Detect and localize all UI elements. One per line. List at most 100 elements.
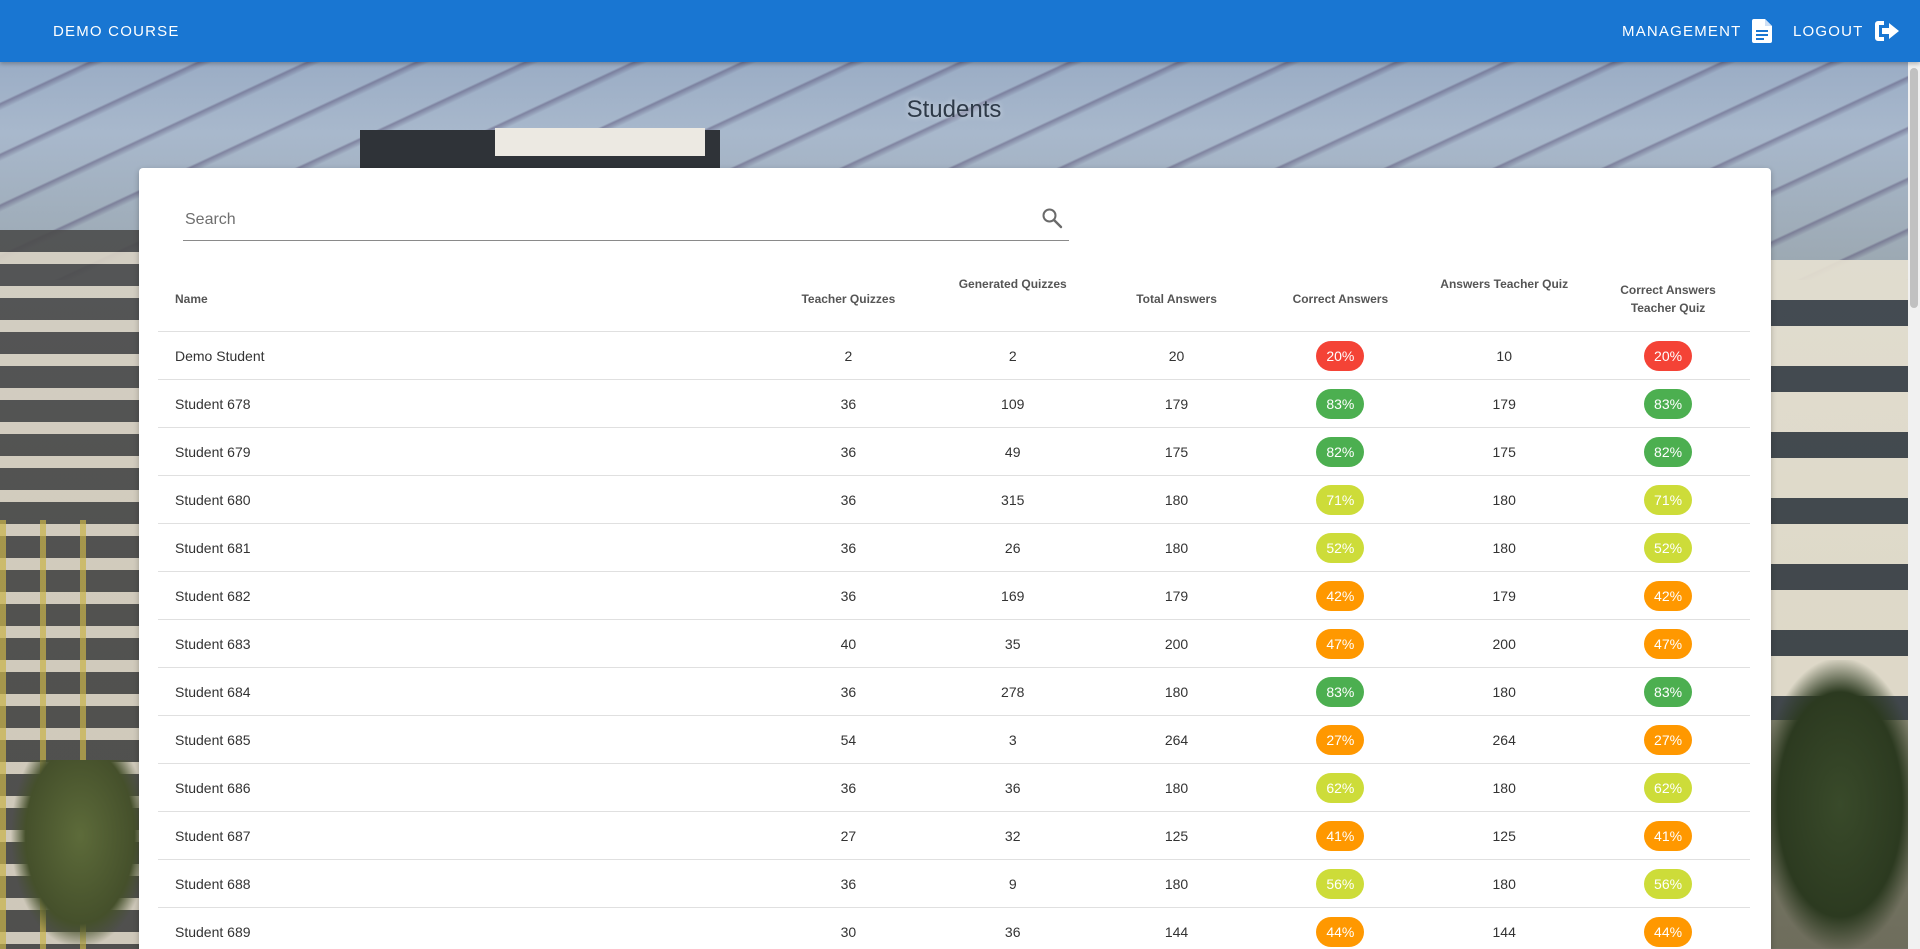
cell-correct-answers-teacher-quiz: 27%: [1586, 715, 1750, 764]
cell-correct-answers: 83%: [1258, 379, 1423, 428]
column-header-teacher-quizzes[interactable]: Teacher Quizzes: [765, 266, 931, 332]
percentage-badge: 71%: [1316, 484, 1365, 515]
cell-answers-teacher-quiz: 179: [1422, 379, 1587, 428]
cell-teacher-quizzes: 36: [765, 427, 931, 476]
percentage-badge: 44%: [1644, 916, 1693, 947]
cell-correct-answers-teacher-quiz: 47%: [1586, 619, 1750, 668]
cell-generated-quizzes: 49: [930, 427, 1095, 476]
cell-answers-teacher-quiz: 180: [1422, 523, 1587, 572]
cell-total-answers: 20: [1094, 331, 1259, 380]
table-row[interactable]: Student 679 36 49 175 82% 175 82%: [158, 427, 1750, 476]
cell-total-answers: 179: [1094, 571, 1259, 620]
cell-total-answers: 180: [1094, 859, 1259, 908]
table-row[interactable]: Student 685 54 3 264 27% 264 27%: [158, 715, 1750, 764]
logout-label: LOGOUT: [1793, 22, 1864, 40]
percentage-badge: 42%: [1644, 580, 1693, 611]
cell-total-answers: 125: [1094, 811, 1259, 860]
table-row[interactable]: Student 689 30 36 144 44% 144 44%: [158, 907, 1750, 949]
percentage-badge: 62%: [1316, 772, 1365, 803]
cell-name: Student 684: [158, 667, 766, 716]
scrollbar-thumb[interactable]: [1910, 68, 1918, 308]
cell-generated-quizzes: 9: [930, 859, 1095, 908]
cell-correct-answers: 41%: [1258, 811, 1423, 860]
column-header-correct-answers[interactable]: Correct Answers: [1258, 266, 1423, 332]
cell-teacher-quizzes: 36: [765, 571, 931, 620]
column-header-answers-teacher-quiz[interactable]: Answers Teacher Quiz: [1422, 266, 1587, 332]
table-row[interactable]: Student 681 36 26 180 52% 180 52%: [158, 523, 1750, 572]
cell-correct-answers: 47%: [1258, 619, 1423, 668]
cell-correct-answers: 71%: [1258, 475, 1423, 524]
cell-teacher-quizzes: 30: [765, 907, 931, 949]
percentage-badge: 20%: [1644, 340, 1693, 371]
percentage-badge: 27%: [1644, 724, 1693, 755]
percentage-badge: 82%: [1644, 436, 1693, 467]
cell-correct-answers: 27%: [1258, 715, 1423, 764]
percentage-badge: 52%: [1644, 532, 1693, 563]
cell-correct-answers: 42%: [1258, 571, 1423, 620]
cell-generated-quizzes: 3: [930, 715, 1095, 764]
percentage-badge: 62%: [1644, 772, 1693, 803]
page-scrollbar[interactable]: [1908, 62, 1920, 949]
table-row[interactable]: Student 688 36 9 180 56% 180 56%: [158, 859, 1750, 908]
percentage-badge: 56%: [1316, 868, 1365, 899]
table-row[interactable]: Student 680 36 315 180 71% 180 71%: [158, 475, 1750, 524]
cell-correct-answers-teacher-quiz: 20%: [1586, 331, 1750, 380]
percentage-badge: 82%: [1316, 436, 1365, 467]
cell-name: Student 683: [158, 619, 766, 668]
percentage-badge: 71%: [1644, 484, 1693, 515]
cell-answers-teacher-quiz: 10: [1422, 331, 1587, 380]
cell-name: Student 678: [158, 379, 766, 428]
cell-total-answers: 180: [1094, 475, 1259, 524]
cell-correct-answers-teacher-quiz: 71%: [1586, 475, 1750, 524]
page-title: Students: [906, 96, 1002, 123]
students-table: Name Teacher Quizzes Generated Quizzes T…: [158, 266, 1750, 949]
percentage-badge: 42%: [1316, 580, 1365, 611]
cell-correct-answers: 44%: [1258, 907, 1423, 949]
cell-name: Student 685: [158, 715, 766, 764]
cell-name: Student 680: [158, 475, 766, 524]
table-row[interactable]: Student 686 36 36 180 62% 180 62%: [158, 763, 1750, 812]
table-row[interactable]: Student 684 36 278 180 83% 180 83%: [158, 667, 1750, 716]
cell-name: Student 686: [158, 763, 766, 812]
cell-total-answers: 179: [1094, 379, 1259, 428]
cell-teacher-quizzes: 36: [765, 859, 931, 908]
cell-correct-answers-teacher-quiz: 83%: [1586, 379, 1750, 428]
search-field: [183, 198, 1069, 241]
cell-answers-teacher-quiz: 180: [1422, 859, 1587, 908]
logout-button[interactable]: LOGOUT: [1793, 0, 1900, 62]
cell-total-answers: 180: [1094, 523, 1259, 572]
course-title-link[interactable]: DEMO COURSE: [53, 0, 180, 62]
column-header-name[interactable]: Name: [158, 266, 766, 332]
cell-answers-teacher-quiz: 175: [1422, 427, 1587, 476]
cell-total-answers: 264: [1094, 715, 1259, 764]
cell-correct-answers: 83%: [1258, 667, 1423, 716]
table-row[interactable]: Demo Student 2 2 20 20% 10 20%: [158, 331, 1750, 380]
table-row[interactable]: Student 683 40 35 200 47% 200 47%: [158, 619, 1750, 668]
cell-generated-quizzes: 2: [930, 331, 1095, 380]
cell-name: Demo Student: [158, 331, 766, 380]
column-header-total-answers[interactable]: Total Answers: [1094, 266, 1259, 332]
cell-teacher-quizzes: 54: [765, 715, 931, 764]
percentage-badge: 52%: [1316, 532, 1365, 563]
percentage-badge: 83%: [1316, 388, 1365, 419]
table-row[interactable]: Student 678 36 109 179 83% 179 83%: [158, 379, 1750, 428]
cell-teacher-quizzes: 36: [765, 523, 931, 572]
cell-total-answers: 144: [1094, 907, 1259, 949]
table-row[interactable]: Student 687 27 32 125 41% 125 41%: [158, 811, 1750, 860]
cell-answers-teacher-quiz: 180: [1422, 667, 1587, 716]
cell-answers-teacher-quiz: 144: [1422, 907, 1587, 949]
table-row[interactable]: Student 682 36 169 179 42% 179 42%: [158, 571, 1750, 620]
cell-correct-answers: 20%: [1258, 331, 1423, 380]
cell-teacher-quizzes: 36: [765, 763, 931, 812]
percentage-badge: 83%: [1644, 388, 1693, 419]
column-header-correct-answers-teacher-quiz[interactable]: Correct Answers Teacher Quiz: [1586, 266, 1750, 332]
management-button[interactable]: MANAGEMENT: [1622, 0, 1772, 62]
cell-generated-quizzes: 109: [930, 379, 1095, 428]
column-header-generated-quizzes[interactable]: Generated Quizzes: [930, 266, 1095, 332]
cell-name: Student 681: [158, 523, 766, 572]
cell-correct-answers-teacher-quiz: 56%: [1586, 859, 1750, 908]
search-input[interactable]: [183, 204, 1027, 236]
percentage-badge: 56%: [1644, 868, 1693, 899]
cell-total-answers: 175: [1094, 427, 1259, 476]
search-icon[interactable]: [1041, 207, 1063, 229]
